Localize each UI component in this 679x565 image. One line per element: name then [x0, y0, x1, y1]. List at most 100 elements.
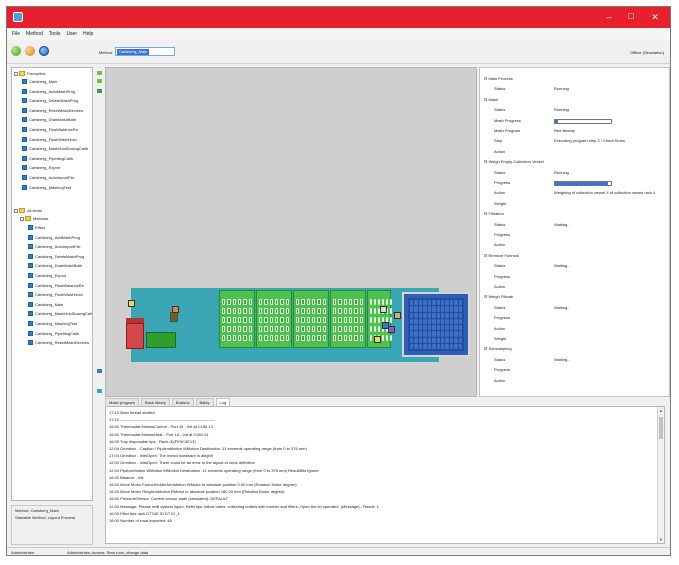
tree-item[interactable]: Carlsberg_Main: [28, 301, 63, 308]
tree-item[interactable]: Carlsberg_FlushBalanceRe: [28, 282, 84, 289]
well: [264, 299, 268, 305]
menu-user[interactable]: User: [66, 31, 77, 37]
property-group[interactable]: ⊟ Subsampling: [480, 346, 669, 353]
move-tool-icon[interactable]: [97, 89, 102, 93]
plate-well: [436, 331, 440, 337]
log-panel[interactable]: 17:10 Main thread started 17:10 ---------…: [105, 406, 665, 544]
deck-bottom: [106, 392, 476, 396]
plate-well: [445, 318, 449, 324]
tree-item[interactable]: Carlsberg_ResetMashDevices: [28, 339, 89, 346]
green-tube-rack[interactable]: [146, 332, 176, 348]
log-scrollbar[interactable]: ▲ ▼: [657, 407, 664, 543]
info-blue-icon[interactable]: [39, 46, 49, 56]
run-orange-icon[interactable]: [25, 46, 35, 56]
carrier-4[interactable]: [330, 290, 366, 348]
well: [285, 317, 289, 323]
maximize-icon[interactable]: ▢: [620, 10, 642, 24]
collapse-icon[interactable]: [14, 208, 18, 213]
yellow-tip-box[interactable]: [128, 300, 135, 307]
well: [280, 299, 284, 305]
scroll-up-icon[interactable]: ▲: [659, 408, 663, 413]
close-icon[interactable]: ✕: [644, 10, 666, 24]
property-group[interactable]: ⊟ Weigh Empty Collection Vessel: [480, 159, 669, 166]
property-value: Waiting...: [554, 304, 571, 310]
property-group[interactable]: ⊟ Filtration: [480, 211, 669, 218]
tree-favourites[interactable]: Favourites: [14, 70, 46, 77]
method-input[interactable]: Carlsberg_Main: [115, 47, 175, 56]
tree-item[interactable]: Carlsberg_Export: [22, 164, 60, 171]
tree-item[interactable]: Carlsberg_DeleteMashProg: [28, 253, 84, 260]
carrier-3[interactable]: [293, 290, 329, 348]
tree-item[interactable]: Carlsberg_Main: [22, 78, 57, 85]
carrier-2[interactable]: [256, 290, 292, 348]
property-group[interactable]: ⊟ Main Process: [480, 76, 669, 83]
carrier-1[interactable]: [219, 290, 255, 348]
tree-item[interactable]: Carlsberg_DrainMashBath: [28, 262, 82, 269]
menu-help[interactable]: Help: [83, 31, 93, 37]
tree-item[interactable]: Carlsberg_AddMashProg: [28, 234, 80, 241]
menu-file[interactable]: File: [12, 31, 20, 37]
collapse-icon[interactable]: [14, 71, 18, 76]
method-info-line2: Startable Method, Layout Process: [15, 515, 76, 520]
plate-well: [418, 300, 423, 306]
tree-item[interactable]: Carlsberg_Export: [28, 272, 66, 279]
tree-item[interactable]: Carlsberg_AutoImportFile: [28, 243, 81, 250]
orange-tip-box[interactable]: [172, 306, 179, 313]
grid-tool-icon[interactable]: [97, 71, 102, 75]
plate-well: [427, 325, 432, 331]
plate-well: [414, 337, 418, 343]
tree-all-items[interactable]: All items: [14, 207, 42, 214]
tree-item[interactable]: Carlsberg_FlushWashHold: [28, 291, 83, 298]
tree-item[interactable]: Carlsberg_AutoImportFile: [22, 174, 75, 181]
small-rack[interactable]: [170, 312, 178, 322]
well: [370, 308, 372, 314]
plate-well: [440, 318, 445, 324]
gray-tip-box[interactable]: [380, 306, 387, 313]
tree-item[interactable]: Carlsberg_ResetMashDevices: [22, 107, 83, 114]
collapse-icon[interactable]: [20, 216, 24, 221]
tab-log[interactable]: Log: [215, 398, 231, 406]
tab-mash-program[interactable]: Mash program: [105, 398, 139, 406]
property-row: Action: [480, 284, 669, 291]
tree-methods[interactable]: Methods: [20, 215, 48, 222]
property-row: Step Executing program step 3 / CheckTime…: [480, 138, 669, 145]
run-green-icon[interactable]: [11, 46, 21, 56]
deck-layout[interactable]: [105, 67, 477, 397]
scroll-down-icon[interactable]: ▼: [659, 537, 663, 542]
property-group[interactable]: ⊟ Weigh Filtrate: [480, 294, 669, 301]
tree-item[interactable]: Carlsberg_MashingTest: [28, 320, 77, 327]
tree-item[interactable]: Carlsberg_AutoMashProg: [22, 88, 75, 95]
tree-item[interactable]: Effect: [28, 224, 45, 231]
blue-box[interactable]: [382, 322, 389, 329]
tab-rack-library[interactable]: Rack library: [140, 398, 170, 406]
purple-tip-box[interactable]: [388, 326, 395, 333]
plate-well: [449, 300, 454, 306]
gold-tip-box[interactable]: [394, 312, 401, 319]
tree-item[interactable]: Carlsberg_PipettingCalib: [22, 155, 73, 162]
red-rack[interactable]: [126, 323, 144, 349]
tree-item[interactable]: Carlsberg_DeleteMashProg: [22, 97, 78, 104]
tree-item[interactable]: Carlsberg_FlushWashHold: [22, 136, 77, 143]
minimize-icon[interactable]: –: [598, 10, 620, 24]
tab-buttons[interactable]: Buttons: [171, 398, 194, 406]
tree-item[interactable]: Carlsberg_MashHoldDosingCalib: [22, 145, 88, 152]
grid-tool-icon[interactable]: [97, 79, 102, 83]
plate-well: [432, 343, 436, 349]
zoom-tool-icon[interactable]: [97, 369, 102, 373]
property-group[interactable]: ⊟ Mash: [480, 97, 669, 104]
tree-item[interactable]: Carlsberg_PipettingCalib: [28, 330, 79, 337]
property-group[interactable]: ⊟ Remove Funnels: [480, 253, 669, 260]
menu-method[interactable]: Method: [26, 31, 43, 37]
tree-item[interactable]: Carlsberg_DrainMashBath: [22, 116, 76, 123]
scroll-thumb[interactable]: [659, 417, 663, 439]
tree-item[interactable]: Carlsberg_FlushBalanceRe: [22, 126, 78, 133]
tree-item[interactable]: Carlsberg_MashHoldDosingCalib: [28, 310, 92, 317]
yellow-box-2[interactable]: [374, 336, 381, 343]
menu-tools[interactable]: Tools: [49, 31, 61, 37]
property-key: ⊟ Subsampling: [484, 346, 512, 352]
fit-tool-icon[interactable]: [97, 389, 102, 393]
blue-plate[interactable]: [402, 292, 470, 357]
tree-favourites-label: Favourites: [27, 71, 46, 76]
tab-balay[interactable]: Balay: [195, 398, 214, 406]
tree-item[interactable]: Carlsberg_MashingTest: [22, 184, 71, 191]
